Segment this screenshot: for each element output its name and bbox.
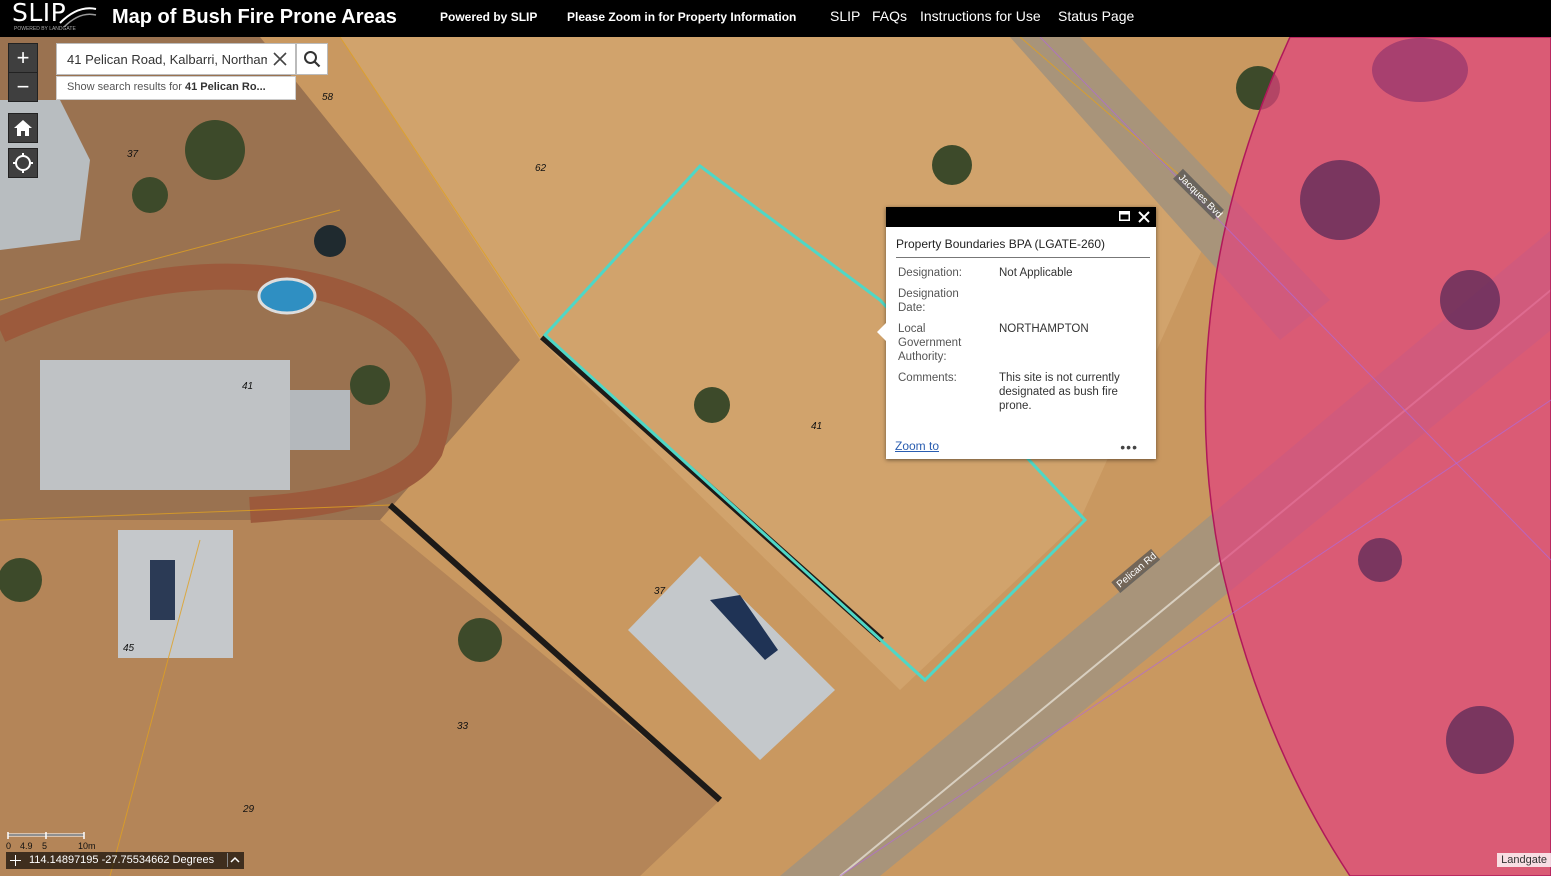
scale-bar: 0 4.9 5 10m [6, 832, 96, 851]
house-41-roof [40, 360, 290, 490]
water-tank [314, 225, 346, 257]
field-value-lga: NORTHAMPTON [999, 323, 1089, 335]
lot-label: 37 [654, 586, 666, 597]
map-canvas: 58 37 62 41 41 45 37 33 29 Jacques Bvd P… [0, 37, 1551, 876]
lot-label: 45 [123, 643, 135, 654]
map-attribution: Landgate [1497, 853, 1551, 867]
nav-instructions[interactable]: Instructions for Use [920, 8, 1041, 24]
scale-tick: 10m [78, 841, 96, 851]
coordinate-display: 114.14897195 -27.75534662 Degrees [6, 852, 244, 869]
zoom-to-link[interactable]: Zoom to [895, 439, 939, 453]
search-box[interactable]: 41 Pelican Road, Kalbarri, Northampton [56, 43, 296, 75]
lot-label: 58 [322, 92, 334, 103]
map-view[interactable]: 58 37 62 41 41 45 37 33 29 Jacques Bvd P… [0, 37, 1551, 876]
field-label-designation-date: Designation Date: [898, 288, 959, 314]
lot-label: 41 [242, 381, 253, 392]
powered-by-text: Powered by SLIP [440, 10, 538, 24]
tree [350, 365, 390, 405]
house-41-annex [290, 390, 350, 450]
tree-cluster [1358, 538, 1402, 582]
slip-logo[interactable]: SLIP POWERED BY LANDGATE [8, 0, 100, 35]
tank-structure [1372, 38, 1468, 102]
popup-pointer [877, 323, 886, 341]
close-icon[interactable] [1137, 210, 1151, 224]
home-button[interactable] [8, 113, 38, 143]
tree [185, 120, 245, 180]
scale-tick: 4.9 [20, 841, 33, 851]
lot-label: 29 [242, 804, 255, 815]
tree-cluster [1300, 160, 1380, 240]
tree-cluster [1440, 270, 1500, 330]
suggestion-prefix: Show search results for [67, 81, 185, 93]
field-value-designation: Not Applicable [999, 267, 1073, 279]
tree [932, 145, 972, 185]
field-value-comments: This site is not currently designated as… [999, 372, 1120, 412]
zoom-in-button[interactable]: + [8, 43, 38, 73]
app-header: SLIP POWERED BY LANDGATE Map of Bush Fir… [0, 0, 1551, 37]
scale-tick: 5 [42, 841, 47, 851]
search-suggestion[interactable]: Show search results for 41 Pelican Ro... [56, 76, 296, 100]
house-45-roof [118, 530, 233, 658]
nav-faqs[interactable]: FAQs [872, 8, 907, 24]
lot-label: 37 [127, 149, 139, 160]
close-icon[interactable] [271, 50, 289, 68]
more-options-button[interactable]: ••• [1120, 439, 1138, 455]
search-icon [304, 51, 321, 68]
feature-popup: Property Boundaries BPA (LGATE-260) Desi… [877, 207, 1156, 459]
house-45-solar [150, 560, 175, 620]
popup-title: Property Boundaries BPA (LGATE-260) [896, 237, 1105, 251]
logo-subtext: POWERED BY LANDGATE [14, 26, 76, 32]
suggestion-query: 41 Pelican Ro... [185, 81, 266, 93]
scale-tick: 0 [6, 841, 11, 851]
tree-cluster [1446, 706, 1514, 774]
home-icon [14, 120, 32, 136]
nav-slip[interactable]: SLIP [830, 8, 860, 24]
search-button[interactable] [296, 43, 328, 75]
zoom-out-button[interactable]: − [8, 72, 38, 102]
lot-label: 62 [535, 163, 547, 174]
tree [132, 177, 168, 213]
tree [458, 618, 502, 662]
crosshair-icon[interactable] [10, 855, 21, 866]
lot-label: 33 [457, 721, 469, 732]
locate-button[interactable] [8, 148, 38, 178]
field-label-lga: Local Government Authority: [898, 323, 962, 363]
tree [0, 558, 42, 602]
coordinate-text: 114.14897195 -27.75534662 Degrees [29, 854, 215, 866]
field-label-designation: Designation: [898, 267, 962, 279]
tree [694, 387, 730, 423]
search-input[interactable]: 41 Pelican Road, Kalbarri, Northampton [67, 52, 267, 67]
maximize-icon[interactable] [1119, 211, 1130, 221]
app-title: Map of Bush Fire Prone Areas [112, 6, 397, 28]
field-label-comments: Comments: [898, 372, 957, 384]
locate-icon [13, 153, 33, 173]
nav-status-page[interactable]: Status Page [1058, 8, 1134, 24]
lot-label: 41 [811, 421, 822, 432]
swimming-pool [257, 277, 317, 315]
zoom-note-text: Please Zoom in for Property Information [567, 10, 797, 24]
popup-titlebar [886, 207, 1156, 227]
popup-divider [896, 257, 1150, 258]
chevron-up-icon[interactable] [227, 853, 242, 867]
